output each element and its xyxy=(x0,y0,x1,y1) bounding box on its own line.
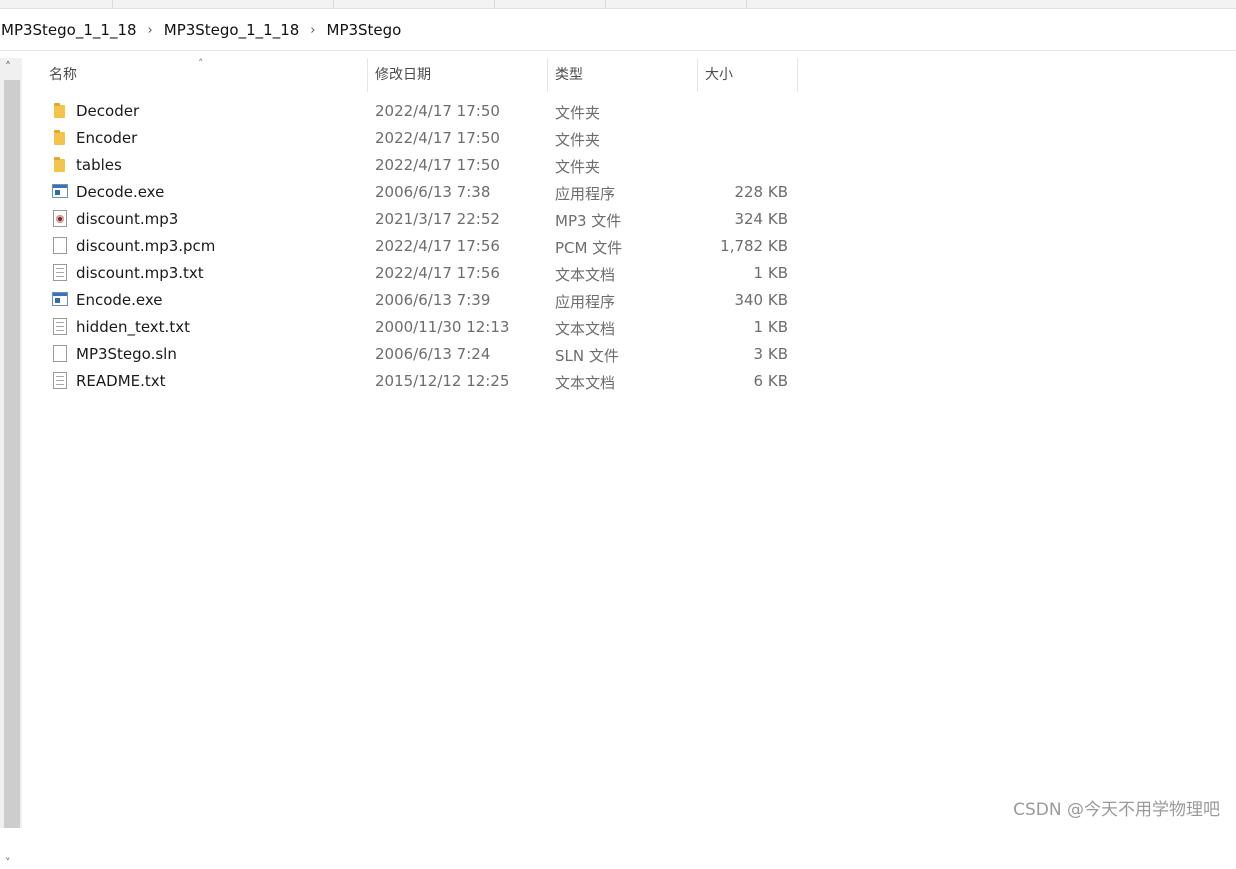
file-name: discount.mp3.pcm xyxy=(76,237,216,255)
file-size: 1,782 KB xyxy=(720,237,788,255)
file-row[interactable]: README.txt 2015/12/12 12:25 文本文档 6 KB xyxy=(0,368,800,395)
address-bar[interactable]: MP3Stego_1_1_18 › MP3Stego_1_1_18 › MP3S… xyxy=(0,14,1236,51)
breadcrumb-item[interactable]: MP3Stego_1_1_18 xyxy=(0,21,141,39)
column-header-type[interactable]: 类型 xyxy=(555,58,583,92)
file-type: 文件夹 xyxy=(555,158,601,176)
audio-file-icon xyxy=(52,210,70,228)
file-name: MP3Stego.sln xyxy=(76,345,177,363)
file-date: 2015/12/12 12:25 xyxy=(375,372,510,390)
file-size: 340 KB xyxy=(734,291,788,309)
column-divider[interactable] xyxy=(547,58,548,92)
file-type: SLN 文件 xyxy=(555,347,619,365)
file-name: tables xyxy=(76,156,122,174)
file-type: 文本文档 xyxy=(555,266,616,284)
file-name: Decoder xyxy=(76,102,140,120)
file-name: discount.mp3 xyxy=(76,210,179,228)
file-row[interactable]: tables 2022/4/17 17:50 文件夹 xyxy=(0,152,800,179)
chevron-right-icon[interactable]: › xyxy=(303,23,322,38)
tab-strip-segment xyxy=(334,0,495,8)
file-size: 6 KB xyxy=(753,372,788,390)
column-divider[interactable] xyxy=(797,58,798,92)
text-file-icon xyxy=(52,372,70,390)
file-row[interactable]: discount.mp3.pcm 2022/4/17 17:56 PCM 文件 … xyxy=(0,233,800,260)
file-row[interactable]: Decode.exe 2006/6/13 7:38 应用程序 228 KB xyxy=(0,179,800,206)
scroll-down-arrow-icon[interactable]: ˅ xyxy=(5,856,11,869)
file-name: Encode.exe xyxy=(76,291,163,309)
file-name: hidden_text.txt xyxy=(76,318,190,336)
breadcrumb-item[interactable]: MP3Stego_1_1_18 xyxy=(160,21,304,39)
text-file-icon xyxy=(52,318,70,336)
tab-strip-segment xyxy=(0,0,113,8)
file-name: Encoder xyxy=(76,129,138,147)
file-row[interactable]: hidden_text.txt 2000/11/30 12:13 文本文档 1 … xyxy=(0,314,800,341)
file-name: discount.mp3.txt xyxy=(76,264,204,282)
file-type: 文件夹 xyxy=(555,104,601,122)
chevron-right-icon[interactable]: › xyxy=(141,23,160,38)
file-type: 文件夹 xyxy=(555,131,601,149)
file-type: PCM 文件 xyxy=(555,239,623,257)
file-row[interactable]: discount.mp3 2021/3/17 22:52 MP3 文件 324 … xyxy=(0,206,800,233)
application-icon xyxy=(52,291,70,309)
file-type: 文本文档 xyxy=(555,374,616,392)
file-row[interactable]: MP3Stego.sln 2006/6/13 7:24 SLN 文件 3 KB xyxy=(0,341,800,368)
file-name: Decode.exe xyxy=(76,183,165,201)
file-size: 228 KB xyxy=(734,183,788,201)
blank-file-icon xyxy=(52,237,70,255)
tab-strip xyxy=(0,0,1236,9)
file-size: 324 KB xyxy=(734,210,788,228)
file-date: 2022/4/17 17:50 xyxy=(375,102,500,120)
file-row[interactable]: discount.mp3.txt 2022/4/17 17:56 文本文档 1 … xyxy=(0,260,800,287)
column-header-date[interactable]: 修改日期 xyxy=(375,58,431,92)
breadcrumb-item[interactable]: MP3Stego xyxy=(323,21,406,39)
file-date: 2006/6/13 7:39 xyxy=(375,291,491,309)
file-size: 3 KB xyxy=(753,345,788,363)
file-date: 2000/11/30 12:13 xyxy=(375,318,510,336)
text-file-icon xyxy=(52,264,70,282)
file-date: 2021/3/17 22:52 xyxy=(375,210,500,228)
file-size: 1 KB xyxy=(753,264,788,282)
file-type: 文本文档 xyxy=(555,320,616,338)
file-date: 2006/6/13 7:24 xyxy=(375,345,491,363)
file-type: 应用程序 xyxy=(555,185,616,203)
watermark: CSDN @今天不用学物理吧 xyxy=(1013,800,1220,820)
file-row[interactable]: Decoder 2022/4/17 17:50 文件夹 xyxy=(0,98,800,125)
folder-icon xyxy=(52,156,70,174)
folder-icon xyxy=(52,129,70,147)
file-row[interactable]: Encode.exe 2006/6/13 7:39 应用程序 340 KB xyxy=(0,287,800,314)
file-type: MP3 文件 xyxy=(555,212,622,230)
column-header-size[interactable]: 大小 xyxy=(705,58,733,92)
file-size: 1 KB xyxy=(753,318,788,336)
tab-strip-segment xyxy=(495,0,606,8)
column-header-name[interactable]: 名称 xyxy=(49,58,77,92)
file-date: 2022/4/17 17:50 xyxy=(375,129,500,147)
file-type: 应用程序 xyxy=(555,293,616,311)
breadcrumb: MP3Stego_1_1_18 › MP3Stego_1_1_18 › MP3S… xyxy=(0,21,405,39)
column-header: 名称 修改日期 类型 大小 xyxy=(0,58,1236,92)
folder-icon xyxy=(52,102,70,120)
column-divider[interactable] xyxy=(697,58,698,92)
tab-strip-segment xyxy=(606,0,747,8)
file-date: 2022/4/17 17:56 xyxy=(375,264,500,282)
sort-ascending-icon: ˄ xyxy=(198,57,204,70)
file-date: 2022/4/17 17:56 xyxy=(375,237,500,255)
file-date: 2022/4/17 17:50 xyxy=(375,156,500,174)
blank-file-icon xyxy=(52,345,70,363)
tab-strip-segment xyxy=(113,0,334,8)
application-icon xyxy=(52,183,70,201)
file-date: 2006/6/13 7:38 xyxy=(375,183,491,201)
file-row[interactable]: Encoder 2022/4/17 17:50 文件夹 xyxy=(0,125,800,152)
file-name: README.txt xyxy=(76,372,166,390)
column-divider[interactable] xyxy=(367,58,368,92)
